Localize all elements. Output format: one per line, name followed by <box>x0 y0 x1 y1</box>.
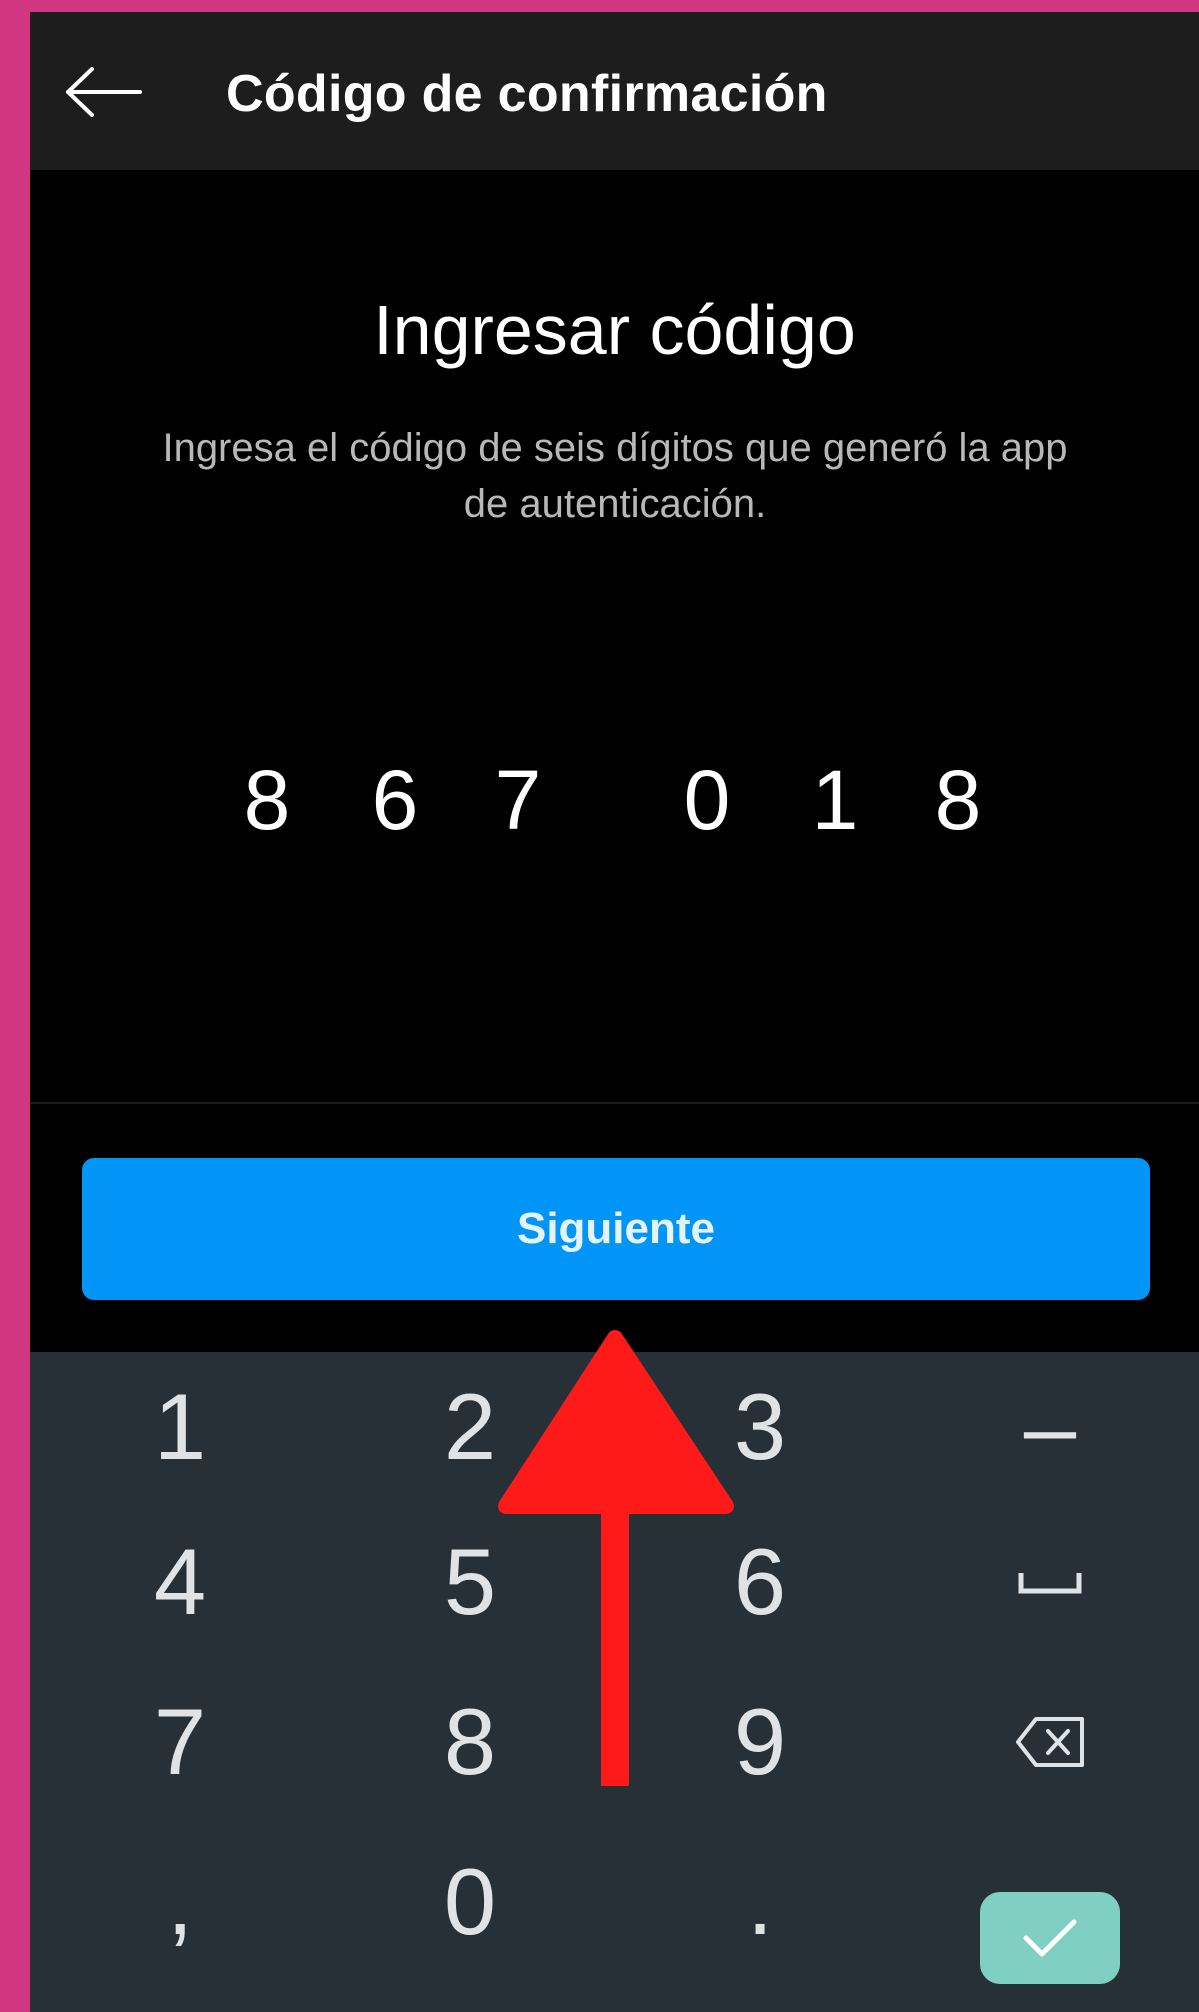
space-bar-icon <box>1018 1573 1082 1594</box>
key-7[interactable]: 7 <box>70 1667 290 1817</box>
numeric-keyboard: 1 2 3 – 4 5 6 7 8 9 , 0 . <box>30 1352 1199 2012</box>
key-period[interactable]: . <box>650 1827 870 1977</box>
key-2[interactable]: 2 <box>360 1352 580 1502</box>
code-digit: 8 <box>934 753 982 847</box>
key-done[interactable] <box>980 1892 1120 1984</box>
divider <box>30 1102 1199 1104</box>
key-3[interactable]: 3 <box>650 1352 870 1502</box>
key-dash[interactable]: – <box>940 1352 1160 1502</box>
back-button[interactable] <box>58 60 150 124</box>
key-9[interactable]: 9 <box>650 1667 870 1817</box>
key-space[interactable] <box>940 1507 1160 1657</box>
key-6[interactable]: 6 <box>650 1507 870 1657</box>
phone-screen: Código de confirmación Ingresar código I… <box>30 12 1199 2012</box>
arrow-left-icon <box>66 67 142 117</box>
page-title: Código de confirmación <box>226 65 828 123</box>
enter-code-heading: Ingresar código <box>373 291 856 369</box>
backspace-icon <box>1016 1717 1084 1767</box>
code-digit: 7 <box>494 753 542 847</box>
code-digit: 6 <box>371 753 419 847</box>
key-0[interactable]: 0 <box>360 1827 580 1977</box>
instructions-text: Ingresa el código de seis dígitos que ge… <box>162 426 1068 526</box>
key-8[interactable]: 8 <box>360 1667 580 1817</box>
top-app-bar: Código de confirmación <box>30 12 1199 170</box>
checkmark-icon <box>1023 1919 1077 1957</box>
key-backspace[interactable] <box>940 1667 1160 1817</box>
next-button[interactable]: Siguiente <box>82 1158 1150 1300</box>
key-4[interactable]: 4 <box>70 1507 290 1657</box>
code-digit: 0 <box>683 753 731 847</box>
code-digit: 8 <box>243 753 291 847</box>
key-5[interactable]: 5 <box>360 1507 580 1657</box>
key-comma[interactable]: , <box>70 1827 290 1977</box>
code-input[interactable]: 8 6 7 0 1 8 <box>30 752 1199 882</box>
code-digit: 1 <box>811 753 859 847</box>
key-1[interactable]: 1 <box>70 1352 290 1502</box>
